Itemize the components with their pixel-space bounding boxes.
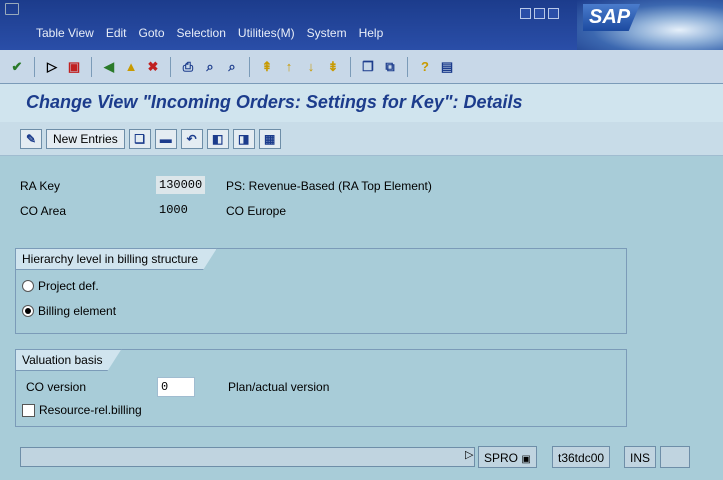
resource-rel-billing-checkbox[interactable]: Resource-rel.billing bbox=[22, 403, 142, 417]
print-icon[interactable]: ⎙ bbox=[179, 58, 197, 76]
status-message-area bbox=[20, 447, 475, 467]
ra-key-value: 130000 bbox=[156, 176, 206, 194]
cancel-icon[interactable]: ✖ bbox=[144, 58, 162, 76]
undo-change-icon[interactable]: ↶ bbox=[180, 128, 203, 149]
radio-circle[interactable] bbox=[22, 280, 34, 292]
hierarchy-level-group: Hierarchy level in billing structure Pro… bbox=[15, 248, 627, 334]
valuation-basis-group: Valuation basis CO version 0 Plan/actual… bbox=[15, 349, 627, 427]
co-version-input[interactable]: 0 bbox=[157, 377, 195, 397]
radio-label: Project def. bbox=[38, 279, 99, 293]
title-bar: Table View Edit Goto Selection Utilities… bbox=[0, 0, 723, 50]
status-system-info-icon[interactable]: ▣ bbox=[521, 454, 530, 465]
co-area-value: 1000 bbox=[159, 203, 188, 217]
shortcut-icon[interactable]: ⧉ bbox=[381, 58, 399, 76]
co-area-description: CO Europe bbox=[226, 204, 287, 218]
sap-logo-text: SAP bbox=[583, 4, 641, 31]
next-entry-icon[interactable]: ◨ bbox=[232, 128, 255, 149]
window-controls bbox=[520, 8, 559, 19]
radio-label: Billing element bbox=[38, 304, 117, 318]
status-transaction: SPRO ▣ bbox=[478, 446, 537, 468]
radio-billing-element[interactable]: Billing element bbox=[22, 304, 116, 318]
menu-bar: Table View Edit Goto Selection Utilities… bbox=[36, 26, 383, 40]
command-field-arrow-icon[interactable]: ▷ bbox=[43, 58, 61, 76]
copy-as-icon[interactable]: ❏ bbox=[128, 128, 151, 149]
checkbox-label: Resource-rel.billing bbox=[39, 403, 142, 417]
menu-edit[interactable]: Edit bbox=[106, 26, 127, 40]
menu-selection[interactable]: Selection bbox=[177, 26, 226, 40]
status-lock-icon bbox=[660, 446, 690, 468]
page-title: Change View "Incoming Orders: Settings f… bbox=[0, 84, 723, 122]
menu-utilities[interactable]: Utilities(M) bbox=[238, 26, 295, 40]
menu-goto[interactable]: Goto bbox=[139, 26, 165, 40]
next-page-icon[interactable]: ↓ bbox=[302, 58, 320, 76]
separator bbox=[170, 56, 171, 77]
separator bbox=[34, 56, 35, 77]
valuation-basis-group-title: Valuation basis bbox=[15, 349, 122, 371]
find-next-icon[interactable]: ⌕ bbox=[223, 58, 241, 76]
co-area-label: CO Area bbox=[20, 204, 67, 218]
layout-menu-icon[interactable]: ▤ bbox=[438, 58, 456, 76]
separator bbox=[249, 56, 250, 77]
menu-table-view[interactable]: Table View bbox=[36, 26, 94, 40]
display-change-icon[interactable]: ✎ bbox=[20, 128, 42, 149]
back-icon[interactable]: ◀ bbox=[100, 58, 118, 76]
first-page-icon[interactable]: ⇞ bbox=[258, 58, 276, 76]
ra-key-label: RA Key bbox=[20, 179, 61, 193]
system-menu-icon[interactable] bbox=[5, 3, 19, 15]
ra-key-description: PS: Revenue-Based (RA Top Element) bbox=[226, 179, 432, 193]
co-version-label: CO version bbox=[26, 380, 87, 394]
application-toolbar: ✎ New Entries ❏ ▬ ↶ ◧ ◨ ▦ bbox=[0, 122, 723, 156]
save-icon[interactable]: ▣ bbox=[65, 58, 83, 76]
status-transaction-text: SPRO bbox=[484, 451, 519, 465]
menu-help[interactable]: Help bbox=[359, 26, 384, 40]
separator bbox=[91, 56, 92, 77]
enter-icon[interactable]: ✔ bbox=[8, 58, 26, 76]
maximize-icon[interactable] bbox=[534, 8, 545, 19]
previous-entry-icon[interactable]: ◧ bbox=[206, 128, 229, 149]
menu-system[interactable]: System bbox=[307, 26, 347, 40]
hierarchy-level-group-title: Hierarchy level in billing structure bbox=[15, 248, 217, 270]
last-page-icon[interactable]: ⇟ bbox=[324, 58, 342, 76]
create-session-icon[interactable]: ❐ bbox=[359, 58, 377, 76]
separator bbox=[350, 56, 351, 77]
select-all-icon[interactable]: ▦ bbox=[258, 128, 281, 149]
new-entries-button[interactable]: New Entries bbox=[46, 128, 125, 149]
co-version-description: Plan/actual version bbox=[228, 380, 330, 394]
sap-logo: SAP bbox=[577, 0, 723, 50]
help-icon[interactable]: ? bbox=[416, 58, 434, 76]
status-expand-arrow-icon[interactable]: ▷ bbox=[465, 448, 473, 461]
find-icon[interactable]: ⌕ bbox=[201, 58, 219, 76]
status-server: t36tdc00 bbox=[552, 446, 611, 468]
checkbox-box[interactable] bbox=[22, 403, 35, 417]
separator bbox=[407, 56, 408, 77]
minimize-icon[interactable] bbox=[520, 8, 531, 19]
standard-toolbar: ✔ ▷ ▣ ◀ ▲ ✖ ⎙ ⌕ ⌕ ⇞ ↑ ↓ ⇟ ❐ ⧉ ? ▤ bbox=[0, 50, 723, 84]
close-icon[interactable] bbox=[548, 8, 559, 19]
radio-circle-selected[interactable] bbox=[22, 305, 34, 317]
exit-icon[interactable]: ▲ bbox=[122, 58, 140, 76]
delete-icon[interactable]: ▬ bbox=[154, 128, 177, 149]
radio-project-def[interactable]: Project def. bbox=[22, 279, 99, 293]
status-mode[interactable]: INS bbox=[624, 446, 657, 468]
previous-page-icon[interactable]: ↑ bbox=[280, 58, 298, 76]
